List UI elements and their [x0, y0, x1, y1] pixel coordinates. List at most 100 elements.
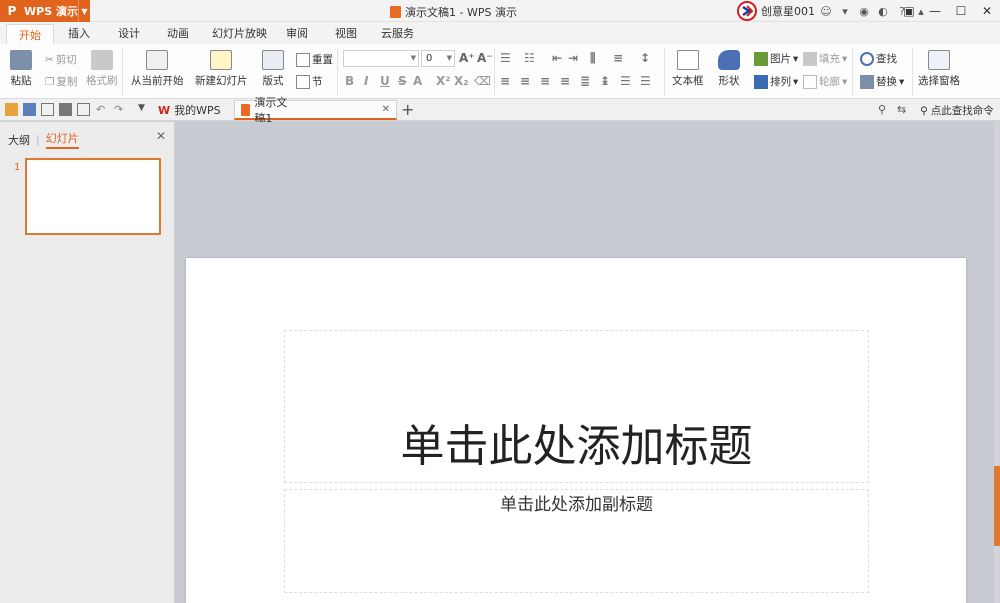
print-preview-icon[interactable]	[77, 103, 90, 116]
font-size-select[interactable]: 0 ▼	[421, 50, 455, 67]
select-pane-button[interactable]: 选择窗格	[918, 50, 960, 88]
title-placeholder[interactable]: 单击此处添加标题	[284, 330, 869, 483]
increase-font-icon[interactable]: A⁺	[459, 51, 475, 65]
font-color-icon[interactable]: A	[413, 74, 422, 88]
subscript-icon[interactable]: X₂	[454, 74, 469, 88]
replace-button[interactable]: 替换 ▾	[860, 74, 904, 89]
slide[interactable]: 单击此处添加标题 单击此处添加副标题	[186, 258, 966, 603]
chevron-down-icon[interactable]: ▼	[78, 0, 90, 22]
new-tab-icon[interactable]: +	[401, 100, 414, 119]
clear-format-icon[interactable]: ⌫	[474, 74, 491, 88]
strikethrough-icon[interactable]: S	[398, 74, 407, 88]
bullets-icon[interactable]: ☰	[500, 51, 511, 65]
tab-document[interactable]: 演示文稿1 ✕	[234, 96, 397, 125]
collaborate-icon[interactable]: ⇆	[897, 103, 906, 116]
tab-slideshow[interactable]: 幻灯片放映	[212, 25, 267, 41]
menu-tabs: 开始 插入 设计 动画 幻灯片放映 审阅 视图 云服务	[0, 22, 1000, 44]
maximize-icon[interactable]: ☐	[948, 0, 974, 22]
paragraph-settings-icon[interactable]: ☰	[640, 74, 651, 88]
subtitle-placeholder[interactable]: 单击此处添加副标题	[284, 489, 869, 593]
align-center-icon[interactable]: ≡	[520, 74, 530, 88]
align-left-icon[interactable]: ≡	[500, 74, 510, 88]
app-menu-button[interactable]: P WPS 演示 ▼	[0, 0, 90, 22]
columns-icon[interactable]: ⫼	[590, 51, 596, 66]
pin-icon[interactable]: ⚲	[878, 103, 886, 116]
tab-review[interactable]: 审阅	[286, 25, 308, 41]
window-title-text: 演示文稿1 - WPS 演示	[405, 6, 517, 19]
format-painter-button[interactable]: 格式刷	[86, 50, 118, 88]
document-icon	[390, 6, 401, 18]
picture-button[interactable]: 图片 ▾	[754, 51, 798, 66]
numbering-icon[interactable]: ☷	[524, 51, 535, 65]
undo-icon[interactable]: ↶	[96, 103, 109, 116]
save-icon[interactable]	[23, 103, 36, 116]
vertical-scrollbar[interactable]	[994, 122, 1000, 603]
slide-canvas: 单击此处添加标题 单击此处添加副标题	[176, 122, 1000, 603]
dropdown-icon[interactable]: ▾	[837, 3, 853, 19]
text-direction-icon[interactable]: ↕	[640, 51, 650, 65]
align-text-icon[interactable]: ≡	[613, 51, 623, 65]
command-search[interactable]: ⚲ 点此查找命令	[920, 103, 994, 118]
tab-design[interactable]: 设计	[118, 25, 140, 41]
reset-button[interactable]: 重置	[296, 52, 333, 67]
paste-button[interactable]: 粘贴	[10, 50, 32, 88]
export-pdf-icon[interactable]	[41, 103, 54, 116]
new-slide-button[interactable]: 新建幻灯片	[195, 50, 248, 88]
close-tab-icon[interactable]: ✕	[382, 104, 390, 115]
align-right-icon[interactable]: ≡	[540, 74, 550, 88]
slide-thumbnail[interactable]	[25, 158, 161, 235]
superscript-icon[interactable]: X²	[436, 74, 451, 88]
tab-animation[interactable]: 动画	[167, 25, 189, 41]
find-button[interactable]: 查找	[860, 51, 897, 66]
window-controls: ▣ — ☐ ✕	[896, 0, 1000, 22]
tab-home[interactable]: 开始	[6, 24, 54, 44]
text-box-button[interactable]: 文本框	[672, 50, 704, 88]
tab-slides[interactable]: 幻灯片	[45, 130, 79, 149]
minimize-icon[interactable]: —	[922, 0, 948, 22]
fill-button[interactable]: 填充 ▾	[803, 51, 847, 66]
justify-icon[interactable]: ≡	[560, 74, 570, 88]
redo-icon[interactable]: ↷	[114, 103, 127, 116]
search-icon	[860, 51, 874, 66]
layout-icon	[262, 50, 284, 70]
layout-button[interactable]: 版式	[262, 50, 284, 88]
from-current-button[interactable]: 从当前开始	[131, 50, 184, 88]
decrease-font-icon[interactable]: A⁻	[477, 51, 493, 65]
section-button[interactable]: 节	[296, 74, 323, 89]
bold-icon[interactable]: B	[345, 74, 354, 88]
paragraph-spacing-icon[interactable]: ☰	[620, 74, 631, 88]
user-avatar-icon[interactable]	[736, 1, 758, 21]
cut-button[interactable]: ✂ 剪切	[45, 52, 77, 67]
shape-button[interactable]: 形状	[718, 50, 740, 88]
print-icon[interactable]	[59, 103, 72, 116]
tab-view[interactable]: 视图	[335, 25, 357, 41]
restore-ribbon-icon[interactable]: ▣	[896, 0, 922, 22]
close-icon[interactable]: ✕	[156, 129, 166, 143]
arrange-button[interactable]: 排列 ▾	[754, 74, 798, 89]
copy-button[interactable]: ❐ 复制	[45, 74, 77, 89]
skin-icon[interactable]: ◐	[875, 3, 891, 19]
scrollbar-thumb[interactable]	[994, 466, 1000, 546]
font-name-select[interactable]: ▼	[343, 50, 419, 67]
line-spacing-icon[interactable]: ↨	[600, 74, 610, 88]
distribute-icon[interactable]: ≣	[580, 74, 590, 88]
italic-icon[interactable]: I	[364, 74, 368, 88]
emoji-icon[interactable]: ☺	[818, 3, 834, 19]
clipboard-icon	[10, 50, 32, 70]
section-icon	[296, 74, 310, 89]
chevron-down-icon[interactable]: ▼	[138, 103, 151, 116]
outline-button[interactable]: 轮廓 ▾	[803, 74, 847, 89]
user-name[interactable]: 创意星001	[761, 3, 815, 19]
panel-tabs: 大纲 | 幻灯片	[8, 130, 79, 149]
decrease-indent-icon[interactable]: ⇤	[552, 51, 562, 65]
tab-outline[interactable]: 大纲	[8, 132, 30, 148]
close-icon[interactable]: ✕	[974, 0, 1000, 22]
underline-icon[interactable]: U	[380, 74, 390, 88]
open-icon[interactable]	[5, 103, 18, 116]
divider	[337, 48, 338, 96]
shirt-icon[interactable]: ◉	[856, 3, 872, 19]
divider	[664, 48, 665, 96]
increase-indent-icon[interactable]: ⇥	[568, 51, 578, 65]
tab-insert[interactable]: 插入	[68, 25, 90, 41]
tab-cloud[interactable]: 云服务	[381, 25, 414, 41]
